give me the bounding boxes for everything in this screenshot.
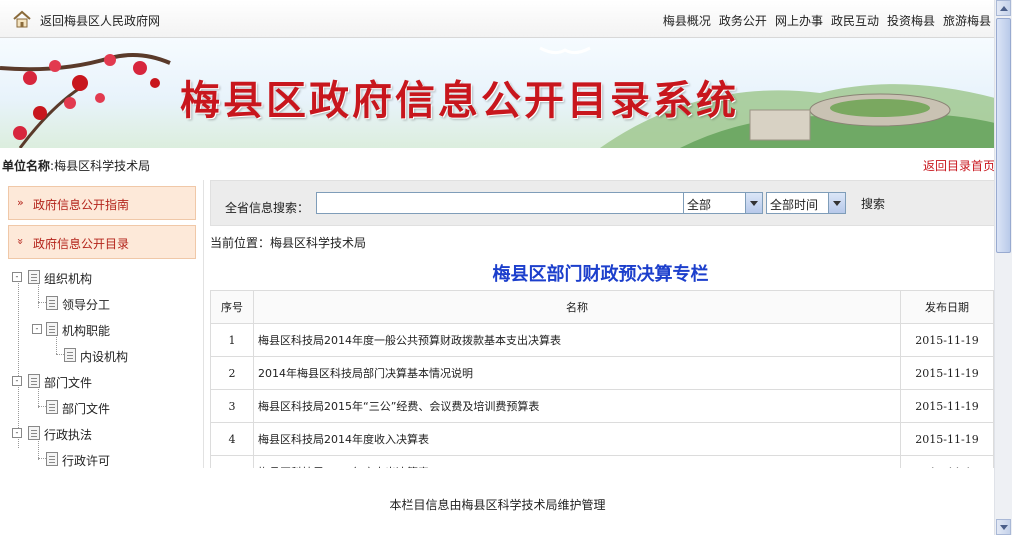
tree-node-label: 领导分工 [62,298,111,312]
collapse-icon[interactable]: - [32,324,42,334]
section-title: 梅县区部门财政预决算专栏 [492,264,709,285]
document-icon [28,374,40,388]
nav-overview[interactable]: 梅县概况 [663,12,711,29]
unit-name-label: 单位名称 [2,159,51,173]
table-row: 5 梅县区科技局2014年度支出决算表 2015-11-19 [210,455,994,468]
scroll-up-icon[interactable] [996,0,1011,16]
back-to-catalog-link[interactable]: 返回目录首页 [923,157,995,174]
document-icon [64,348,76,362]
row-title-link[interactable]: 2014年梅县区科技局部门决算基本情况说明 [253,356,901,390]
vertical-scrollbar[interactable] [994,0,1012,535]
table-row: 4 梅县区科技局2014年度收入决算表 2015-11-19 [210,422,994,456]
dropdown-arrow-icon[interactable] [828,193,845,213]
nav-interaction[interactable]: 政民互动 [831,12,879,29]
home-icon[interactable] [12,10,32,28]
nav-tourism[interactable]: 旅游梅县 [943,12,991,29]
tree-node-label: 部门文件 [44,376,93,390]
dropdown-arrow-icon[interactable] [745,193,762,213]
row-date: 2015-11-19 [900,455,994,468]
collapse-icon[interactable]: - [12,376,22,386]
nav-gov-affairs[interactable]: 政务公开 [719,12,767,29]
sidebar: » 政府信息公开指南 » 政府信息公开目录 - 组织机构 领导分工 - 机构职能 [0,180,204,468]
unit-bar: 单位名称:梅县区科学技术局 返回目录首页 [0,148,995,178]
search-input[interactable] [316,192,684,214]
column-header-name: 名称 [253,290,901,324]
collapse-icon[interactable]: - [12,272,22,282]
collapse-icon[interactable]: - [12,428,22,438]
tree-node-label: 行政许可 [62,454,111,468]
row-title-link[interactable]: 梅县区科技局2014年度支出决算表 [253,455,901,468]
row-date: 2015-11-19 [900,323,994,357]
time-select[interactable]: 全部时间 [766,192,846,214]
tree-node-label: 部门文件 [62,402,111,416]
footer-note: 本栏目信息由梅县区科学技术局维护管理 [389,498,606,512]
row-index: 5 [210,455,254,468]
search-label: 全省信息搜索： [225,201,310,215]
chevron-right-icon: » [17,196,24,209]
row-index: 2 [210,356,254,390]
row-title-link[interactable]: 梅县区科技局2014年度收入决算表 [253,422,901,456]
nav-online-service[interactable]: 网上办事 [775,12,823,29]
table-row: 2 2014年梅县区科技局部门决算基本情况说明 2015-11-19 [210,356,994,390]
row-date: 2015-11-19 [900,356,994,390]
row-index: 4 [210,422,254,456]
document-icon [46,322,58,336]
unit-name-value: 梅县区科学技术局 [54,159,151,173]
sidebar-item-guide[interactable]: » 政府信息公开指南 [8,186,196,220]
tree-node-label: 行政执法 [44,428,93,442]
top-nav: 梅县概况 政务公开 网上办事 政民互动 投资梅县 旅游梅县 [663,12,991,29]
document-icon [46,452,58,466]
scroll-thumb[interactable] [996,18,1011,253]
row-date: 2015-11-19 [900,422,994,456]
row-title-link[interactable]: 梅县区科技局2014年度一般公共预算财政拨款基本支出决算表 [253,323,901,357]
search-bar: 全省信息搜索： 全部 全部时间 搜索 [210,180,995,226]
breadcrumb: 当前位置：梅县区科学技术局 [210,236,367,250]
search-button[interactable]: 搜索 [861,195,885,212]
document-icon [46,296,58,310]
sidebar-item-label: 政府信息公开指南 [33,198,130,212]
column-header-index: 序号 [210,290,254,324]
tree-node-label: 内设机构 [80,350,129,364]
nav-investment[interactable]: 投资梅县 [887,12,935,29]
banner-title: 梅县区政府信息公开目录系统 [180,78,739,124]
sidebar-item-label: 政府信息公开目录 [33,237,130,251]
row-date: 2015-11-19 [900,389,994,423]
time-select-value: 全部时间 [770,198,819,212]
document-icon [28,270,40,284]
unit-name: 单位名称:梅县区科学技术局 [2,159,151,173]
table-header-row: 序号 名称 发布日期 [210,290,994,324]
row-index: 3 [210,389,254,423]
column-header-date: 发布日期 [900,290,994,324]
scroll-down-icon[interactable] [996,519,1011,535]
table-row: 1 梅县区科技局2014年度一般公共预算财政拨款基本支出决算表 2015-11-… [210,323,994,357]
chevron-down-icon: » [13,238,27,245]
scope-select-value: 全部 [687,198,712,212]
table-row: 3 梅县区科技局2015年“三公”经费、会议费及培训费预算表 2015-11-1… [210,389,994,423]
row-title-link[interactable]: 梅县区科技局2015年“三公”经费、会议费及培训费预算表 [253,389,901,423]
document-icon [46,400,58,414]
scope-select[interactable]: 全部 [683,192,763,214]
tree-node-label: 组织机构 [44,272,93,286]
banner: 梅县区政府信息公开目录系统 [0,38,995,148]
sidebar-item-catalog[interactable]: » 政府信息公开目录 [8,225,196,259]
tree-node-label: 机构职能 [62,324,111,338]
main-content: 全省信息搜索： 全部 全部时间 搜索 当前位置：梅县区科学技术局 梅县区部门财政… [206,180,995,468]
row-index: 1 [210,323,254,357]
document-table: 序号 名称 发布日期 1 梅县区科技局2014年度一般公共预算财政拨款基本支出决… [210,290,994,468]
top-bar: 返回梅县区人民政府网 梅县概况 政务公开 网上办事 政民互动 投资梅县 旅游梅县 [0,0,995,38]
home-link[interactable]: 返回梅县区人民政府网 [40,12,160,29]
document-icon [28,426,40,440]
